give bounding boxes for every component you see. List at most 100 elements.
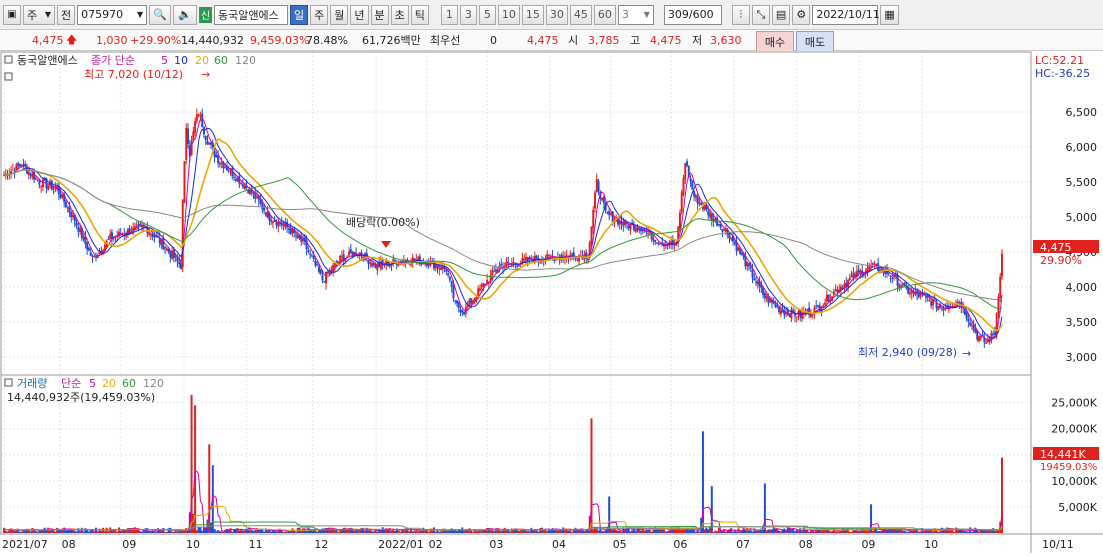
low-label: 저 (692, 34, 703, 47)
volume-bar (284, 531, 287, 533)
candle-body (319, 270, 322, 274)
count-select[interactable]: 3 ▼ (617, 4, 654, 25)
price-tick-label: 5,000 (1066, 211, 1098, 224)
candle-body (312, 256, 315, 260)
candle-body (310, 255, 313, 257)
volume-bar (631, 530, 634, 533)
candle-body (323, 280, 326, 282)
buy-button[interactable]: 매수 (756, 31, 794, 52)
candle-body (979, 335, 982, 339)
chart-area[interactable]: 6,5006,0005,5005,0004,5004,0003,5003,000… (0, 51, 1103, 553)
candle-body (482, 283, 485, 287)
gear-icon[interactable]: ⚙ (792, 4, 811, 25)
candle-body (891, 277, 894, 279)
minute-45[interactable]: 45 (569, 4, 592, 25)
minute-3[interactable]: 3 (459, 4, 477, 25)
candle-body (606, 211, 609, 213)
volume-bar (171, 531, 174, 533)
x-tick-label: 09 (122, 538, 136, 551)
volume-bar (972, 531, 975, 533)
candle-body (204, 135, 207, 141)
volume-bar (13, 530, 16, 533)
save-icon[interactable]: ▤ (771, 4, 791, 25)
candle-body (678, 212, 681, 229)
volume-bar (836, 531, 839, 533)
minute-1[interactable]: 1 (440, 4, 458, 25)
tab-minute[interactable]: 분 (370, 4, 389, 25)
volume-bar (793, 531, 796, 533)
candle-body (243, 185, 246, 190)
minute-5[interactable]: 5 (478, 4, 496, 25)
candle-body (302, 239, 305, 241)
candle-body (59, 193, 62, 199)
volume-bar (970, 531, 973, 533)
candle-body (217, 156, 220, 164)
candle-body (371, 263, 374, 266)
tab-month[interactable]: 월 (330, 4, 349, 25)
period-type-select[interactable]: 주 ▼ (23, 4, 55, 25)
stock-chart[interactable]: 6,5006,0005,5005,0004,5004,0003,5003,000… (0, 51, 1103, 553)
candle-body (252, 192, 255, 194)
volume-bar (613, 528, 616, 533)
volume-bar (148, 530, 151, 533)
sell-button[interactable]: 매도 (796, 31, 834, 52)
volume-bar (655, 529, 658, 533)
volume-bar (367, 530, 370, 533)
volume-bar (280, 530, 283, 533)
candle-body (887, 273, 890, 275)
volume-bar (744, 529, 747, 533)
chart-type-icon[interactable]: ⫶ (731, 4, 750, 25)
code-input[interactable]: 075970 ▼ (77, 4, 148, 25)
candle-body (703, 206, 706, 211)
candle-body (622, 223, 625, 226)
volume-bar (351, 530, 354, 533)
tab-year[interactable]: 년 (350, 4, 369, 25)
minute-15[interactable]: 15 (521, 4, 544, 25)
volume-bar (834, 531, 837, 533)
volume-bar (31, 527, 34, 533)
candle-body (135, 225, 138, 228)
tools-icon[interactable]: ⤡ (751, 4, 770, 25)
volume-bar (574, 527, 577, 533)
candle-body (206, 141, 209, 145)
tab-second[interactable]: 초 (390, 4, 409, 25)
calendar-icon[interactable]: ▦ (880, 4, 899, 25)
volume-bar (330, 529, 333, 533)
minute-30[interactable]: 30 (545, 4, 568, 25)
date-field[interactable]: 2022/10/11 (812, 4, 880, 25)
volume-bar (546, 531, 549, 533)
volume-bar (102, 527, 105, 533)
tab-day[interactable]: 일 (290, 4, 309, 25)
candle-body (1001, 253, 1003, 277)
volume-bar (714, 530, 717, 533)
volume-bar (273, 530, 276, 533)
candle-body (930, 301, 933, 306)
volume-bar (898, 529, 901, 533)
minute-10[interactable]: 10 (497, 4, 520, 25)
candle-body (38, 180, 41, 185)
minute-60[interactable]: 60 (593, 4, 616, 25)
prev-button[interactable]: 전 (57, 4, 76, 25)
window-icon[interactable]: ▣ (3, 4, 21, 25)
volume-bar (79, 531, 82, 533)
candle-body (627, 225, 630, 229)
speaker-icon[interactable]: 🔈 (172, 4, 197, 25)
candle-body (525, 257, 528, 260)
price-tick-label: 3,000 (1066, 351, 1098, 364)
candle-body (270, 219, 273, 222)
volume-bar (519, 530, 522, 533)
candle-body (516, 265, 519, 267)
volume-bar (493, 531, 496, 533)
candle-body (801, 312, 804, 319)
candle-body (34, 177, 37, 179)
bar-count-field[interactable]: 309/600 (663, 4, 722, 25)
volume-tick-label: 25,000K (1051, 397, 1097, 410)
tab-tick[interactable]: 틱 (410, 4, 429, 25)
volume-bar (539, 528, 542, 533)
tab-week[interactable]: 주 (310, 4, 329, 25)
candle-body (137, 224, 140, 226)
volume-bar (907, 531, 910, 533)
search-icon[interactable]: 🔍 (149, 4, 171, 25)
volume-bar (20, 531, 23, 533)
candle-body (369, 262, 372, 264)
